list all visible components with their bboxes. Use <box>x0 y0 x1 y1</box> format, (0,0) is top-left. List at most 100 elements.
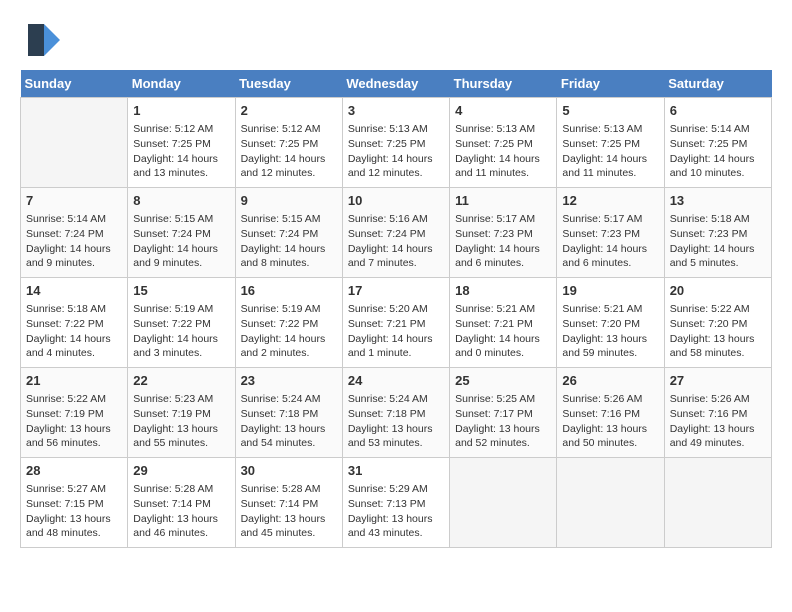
day-info: Sunrise: 5:24 AM Sunset: 7:18 PM Dayligh… <box>241 392 337 451</box>
day-number: 18 <box>455 282 551 300</box>
calendar-header: SundayMondayTuesdayWednesdayThursdayFrid… <box>21 70 772 98</box>
calendar-cell: 21 Sunrise: 5:22 AM Sunset: 7:19 PM Dayli… <box>21 368 128 458</box>
day-number: 17 <box>348 282 444 300</box>
day-info: Sunrise: 5:21 AM Sunset: 7:21 PM Dayligh… <box>455 302 551 361</box>
day-info: Sunrise: 5:12 AM Sunset: 7:25 PM Dayligh… <box>133 122 229 181</box>
logo-icon <box>20 20 60 60</box>
week-row-3: 14 Sunrise: 5:18 AM Sunset: 7:22 PM Dayli… <box>21 278 772 368</box>
calendar-cell: 25Sunrise: 5:25 AM Sunset: 7:17 PM Dayli… <box>450 368 557 458</box>
day-number: 4 <box>455 102 551 120</box>
calendar-cell: 19 Sunrise: 5:21 AM Sunset: 7:20 PM Dayli… <box>557 278 664 368</box>
day-info: Sunrise: 5:19 AM Sunset: 7:22 PM Dayligh… <box>241 302 337 361</box>
calendar-cell: 23 Sunrise: 5:24 AM Sunset: 7:18 PM Dayli… <box>235 368 342 458</box>
day-number: 23 <box>241 372 337 390</box>
day-info: Sunrise: 5:20 AM Sunset: 7:21 PM Dayligh… <box>348 302 444 361</box>
calendar-cell: 24 Sunrise: 5:24 AM Sunset: 7:18 PM Dayli… <box>342 368 449 458</box>
calendar-cell: 15 Sunrise: 5:19 AM Sunset: 7:22 PM Dayli… <box>128 278 235 368</box>
day-number: 27 <box>670 372 766 390</box>
day-number: 26 <box>562 372 658 390</box>
day-info: Sunrise: 5:16 AM Sunset: 7:24 PM Dayligh… <box>348 212 444 271</box>
day-info: Sunrise: 5:13 AM Sunset: 7:25 PM Dayligh… <box>455 122 551 181</box>
week-row-2: 7 Sunrise: 5:14 AM Sunset: 7:24 PM Daylig… <box>21 188 772 278</box>
calendar-cell <box>664 458 771 548</box>
day-number: 12 <box>562 192 658 210</box>
calendar-cell: 31Sunrise: 5:29 AM Sunset: 7:13 PM Dayli… <box>342 458 449 548</box>
calendar-cell: 26 Sunrise: 5:26 AM Sunset: 7:16 PM Dayli… <box>557 368 664 458</box>
day-info: Sunrise: 5:14 AM Sunset: 7:25 PM Dayligh… <box>670 122 766 181</box>
day-info: Sunrise: 5:13 AM Sunset: 7:25 PM Dayligh… <box>348 122 444 181</box>
day-info: Sunrise: 5:27 AM Sunset: 7:15 PM Dayligh… <box>26 482 122 541</box>
day-info: Sunrise: 5:23 AM Sunset: 7:19 PM Dayligh… <box>133 392 229 451</box>
day-number: 2 <box>241 102 337 120</box>
calendar-cell: 3 Sunrise: 5:13 AM Sunset: 7:25 PM Daylig… <box>342 98 449 188</box>
header-cell-friday: Friday <box>557 70 664 98</box>
day-info: Sunrise: 5:22 AM Sunset: 7:20 PM Dayligh… <box>670 302 766 361</box>
day-info: Sunrise: 5:19 AM Sunset: 7:22 PM Dayligh… <box>133 302 229 361</box>
day-number: 10 <box>348 192 444 210</box>
day-info: Sunrise: 5:24 AM Sunset: 7:18 PM Dayligh… <box>348 392 444 451</box>
day-info: Sunrise: 5:18 AM Sunset: 7:22 PM Dayligh… <box>26 302 122 361</box>
day-number: 8 <box>133 192 229 210</box>
calendar-cell: 8 Sunrise: 5:15 AM Sunset: 7:24 PM Daylig… <box>128 188 235 278</box>
day-info: Sunrise: 5:13 AM Sunset: 7:25 PM Dayligh… <box>562 122 658 181</box>
day-info: Sunrise: 5:22 AM Sunset: 7:19 PM Dayligh… <box>26 392 122 451</box>
day-number: 28 <box>26 462 122 480</box>
calendar-cell: 11 Sunrise: 5:17 AM Sunset: 7:23 PM Dayli… <box>450 188 557 278</box>
day-info: Sunrise: 5:14 AM Sunset: 7:24 PM Dayligh… <box>26 212 122 271</box>
day-info: Sunrise: 5:28 AM Sunset: 7:14 PM Dayligh… <box>133 482 229 541</box>
calendar-cell: 5 Sunrise: 5:13 AM Sunset: 7:25 PM Daylig… <box>557 98 664 188</box>
calendar-cell: 9 Sunrise: 5:15 AM Sunset: 7:24 PM Daylig… <box>235 188 342 278</box>
day-number: 15 <box>133 282 229 300</box>
calendar-cell: 4 Sunrise: 5:13 AM Sunset: 7:25 PM Daylig… <box>450 98 557 188</box>
day-number: 9 <box>241 192 337 210</box>
day-number: 21 <box>26 372 122 390</box>
calendar-cell: 13Sunrise: 5:18 AM Sunset: 7:23 PM Dayli… <box>664 188 771 278</box>
day-info: Sunrise: 5:15 AM Sunset: 7:24 PM Dayligh… <box>133 212 229 271</box>
page-header <box>20 20 772 60</box>
header-row: SundayMondayTuesdayWednesdayThursdayFrid… <box>21 70 772 98</box>
day-info: Sunrise: 5:28 AM Sunset: 7:14 PM Dayligh… <box>241 482 337 541</box>
calendar-cell: 30 Sunrise: 5:28 AM Sunset: 7:14 PM Dayli… <box>235 458 342 548</box>
day-number: 29 <box>133 462 229 480</box>
day-info: Sunrise: 5:26 AM Sunset: 7:16 PM Dayligh… <box>562 392 658 451</box>
day-number: 19 <box>562 282 658 300</box>
calendar-body: 1 Sunrise: 5:12 AM Sunset: 7:25 PM Daylig… <box>21 98 772 548</box>
day-number: 13 <box>670 192 766 210</box>
header-cell-monday: Monday <box>128 70 235 98</box>
week-row-4: 21 Sunrise: 5:22 AM Sunset: 7:19 PM Dayli… <box>21 368 772 458</box>
calendar-cell: 6 Sunrise: 5:14 AM Sunset: 7:25 PM Daylig… <box>664 98 771 188</box>
calendar-cell: 20Sunrise: 5:22 AM Sunset: 7:20 PM Dayli… <box>664 278 771 368</box>
day-number: 30 <box>241 462 337 480</box>
day-number: 5 <box>562 102 658 120</box>
calendar-cell: 17 Sunrise: 5:20 AM Sunset: 7:21 PM Dayli… <box>342 278 449 368</box>
day-info: Sunrise: 5:17 AM Sunset: 7:23 PM Dayligh… <box>562 212 658 271</box>
day-number: 24 <box>348 372 444 390</box>
header-cell-sunday: Sunday <box>21 70 128 98</box>
day-info: Sunrise: 5:21 AM Sunset: 7:20 PM Dayligh… <box>562 302 658 361</box>
calendar-cell: 14 Sunrise: 5:18 AM Sunset: 7:22 PM Dayli… <box>21 278 128 368</box>
day-info: Sunrise: 5:17 AM Sunset: 7:23 PM Dayligh… <box>455 212 551 271</box>
day-number: 14 <box>26 282 122 300</box>
calendar-cell <box>450 458 557 548</box>
day-number: 3 <box>348 102 444 120</box>
day-number: 16 <box>241 282 337 300</box>
day-number: 1 <box>133 102 229 120</box>
calendar-cell: 1 Sunrise: 5:12 AM Sunset: 7:25 PM Daylig… <box>128 98 235 188</box>
day-info: Sunrise: 5:12 AM Sunset: 7:25 PM Dayligh… <box>241 122 337 181</box>
day-number: 31 <box>348 462 444 480</box>
calendar-cell: 22Sunrise: 5:23 AM Sunset: 7:19 PM Dayli… <box>128 368 235 458</box>
header-cell-tuesday: Tuesday <box>235 70 342 98</box>
logo <box>20 20 64 60</box>
day-number: 25 <box>455 372 551 390</box>
calendar-cell: 27Sunrise: 5:26 AM Sunset: 7:16 PM Dayli… <box>664 368 771 458</box>
calendar-cell: 29 Sunrise: 5:28 AM Sunset: 7:14 PM Dayli… <box>128 458 235 548</box>
day-number: 11 <box>455 192 551 210</box>
day-number: 7 <box>26 192 122 210</box>
week-row-1: 1 Sunrise: 5:12 AM Sunset: 7:25 PM Daylig… <box>21 98 772 188</box>
week-row-5: 28 Sunrise: 5:27 AM Sunset: 7:15 PM Dayli… <box>21 458 772 548</box>
calendar-cell <box>557 458 664 548</box>
header-cell-wednesday: Wednesday <box>342 70 449 98</box>
calendar-cell: 10 Sunrise: 5:16 AM Sunset: 7:24 PM Dayli… <box>342 188 449 278</box>
day-info: Sunrise: 5:15 AM Sunset: 7:24 PM Dayligh… <box>241 212 337 271</box>
day-number: 6 <box>670 102 766 120</box>
